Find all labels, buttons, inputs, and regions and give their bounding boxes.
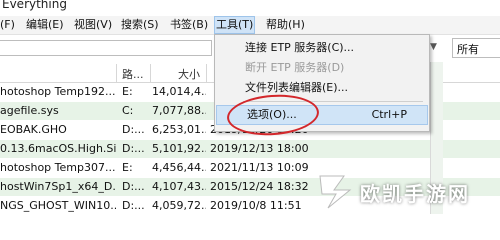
watermark: 欧凯手游网: [310, 170, 500, 214]
file-path: D:...: [122, 180, 145, 193]
column-path-header[interactable]: 路...: [122, 66, 144, 82]
file-name: EOBAK.GHO: [0, 123, 67, 136]
menu-edit[interactable]: 编辑(E): [26, 17, 64, 33]
menu-file[interactable]: (F): [0, 17, 15, 33]
column-divider[interactable]: [150, 64, 151, 82]
file-name: hotoshop Temp307...: [0, 161, 116, 174]
file-path: D:...: [122, 123, 145, 136]
menu-item-disconnect-etp: 断开 ETP 服务器(D): [215, 59, 429, 77]
file-path: E:: [122, 161, 133, 174]
file-size: 4,107,43...: [152, 180, 206, 193]
file-size: 4,456,44...: [152, 161, 206, 174]
column-size-header[interactable]: 大小: [178, 66, 200, 82]
file-name: hotoshop Temp192...: [0, 85, 116, 98]
watermark-text: 欧凯手游网: [360, 182, 470, 206]
menu-item-connect-etp[interactable]: 连接 ETP 服务器(C)...: [215, 39, 429, 57]
file-size: 14,014,4...: [152, 85, 206, 98]
column-divider[interactable]: [206, 64, 207, 82]
file-name: hostWin7Sp1_x64_D...: [0, 180, 116, 193]
filter-selected-value: 所有: [457, 43, 479, 56]
title-bar: Everything: [0, 0, 500, 15]
search-input[interactable]: [0, 40, 212, 56]
table-row[interactable]: 0.13.6macOS.High.Si... D:... 5,101,92...…: [0, 140, 500, 158]
file-size: 6,253,01...: [152, 123, 206, 136]
file-name: agefile.sys: [0, 104, 59, 117]
file-size: 7,077,88...: [152, 104, 206, 117]
file-path: E:: [122, 85, 133, 98]
watermark-logo-icon: [319, 175, 352, 209]
menu-item-label: 文件列表编辑器(E)...: [245, 81, 349, 94]
menu-item-shortcut: Ctrl+P: [371, 108, 407, 121]
file-path: D:...: [122, 199, 145, 212]
menu-search[interactable]: 搜索(S): [121, 17, 159, 33]
menu-bookmarks[interactable]: 书签(B): [170, 17, 208, 33]
menu-item-filelist-editor[interactable]: 文件列表编辑器(E)...: [215, 79, 429, 97]
file-size: 4,059,72...: [152, 199, 206, 212]
menu-item-label: 断开 ETP 服务器(D): [245, 61, 345, 74]
menu-view[interactable]: 视图(V): [74, 17, 112, 33]
filter-select[interactable]: 所有: [452, 38, 500, 58]
window-title: Everything: [2, 0, 67, 11]
file-path: C:: [122, 104, 134, 117]
scroll-down-arrow-icon[interactable]: ▼: [430, 42, 437, 52]
file-name: 0.13.6macOS.High.Si...: [0, 142, 116, 155]
menu-bar: (F) 编辑(E) 视图(V) 搜索(S) 书签(B) 工具(T) 帮助(H): [0, 16, 500, 35]
menu-help[interactable]: 帮助(H): [266, 17, 305, 33]
file-date: 2019/12/13 18:00: [210, 142, 309, 155]
menu-tools[interactable]: 工具(T): [214, 16, 256, 34]
file-path: D:...: [122, 142, 145, 155]
column-divider[interactable]: [116, 64, 117, 82]
file-name: NGS_GHOST_WIN10...: [0, 199, 116, 212]
menu-item-label: 连接 ETP 服务器(C)...: [245, 41, 355, 54]
file-size: 5,101,92...: [152, 142, 206, 155]
